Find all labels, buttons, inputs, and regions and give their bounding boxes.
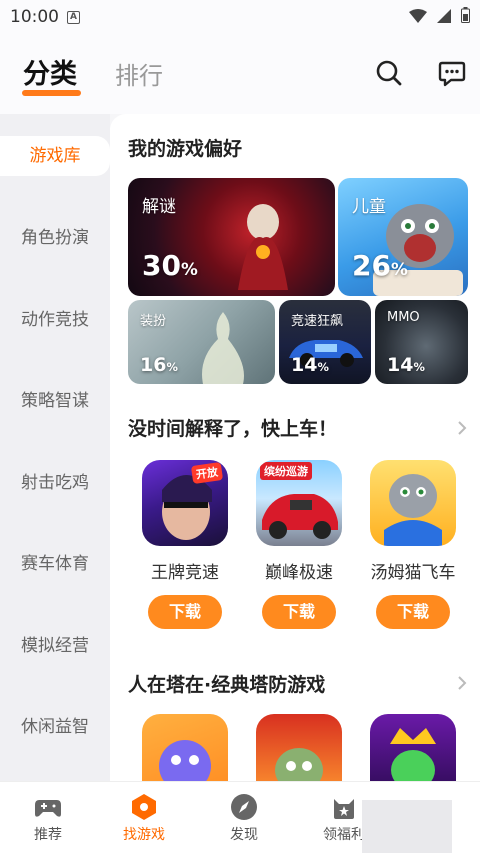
download-button[interactable]: 下载 (148, 595, 222, 629)
game-card[interactable]: 开放 王牌竞速 下载 (130, 460, 240, 629)
pref-tile-puzzle[interactable]: 解谜 30% (128, 178, 335, 296)
nav-find-games[interactable]: 找游戏 (96, 782, 192, 853)
gamepad-icon (33, 792, 63, 822)
game-card[interactable] (244, 714, 354, 781)
sidebar-item-strategy[interactable]: 策略智谋 (0, 381, 110, 421)
game-card[interactable] (358, 714, 468, 781)
pref-tile-percent: 26% (352, 249, 408, 282)
gift-cat-icon (329, 792, 359, 822)
pref-tile-label: 儿童 (352, 197, 386, 217)
game-icon[interactable] (370, 714, 456, 781)
pref-tile-label: 装扮 (140, 314, 167, 329)
category-sidebar: 游戏库 角色扮演 动作竞技 策略智谋 射击吃鸡 赛车体育 模拟经营 休闲益智 (0, 114, 110, 781)
section-title-tower-defense: 人在塔在·经典塔防游戏 (128, 674, 326, 696)
battery-icon (461, 7, 470, 27)
hexagon-icon (129, 792, 159, 822)
pref-tile-percent: 30% (142, 249, 198, 282)
sidebar-item-casual-puzzle[interactable]: 休闲益智 (0, 707, 110, 747)
overlay-patch (362, 800, 452, 853)
wifi-icon (409, 8, 427, 27)
game-icon-badge: 缤纷巡游 (260, 462, 312, 480)
signal-icon (437, 8, 451, 27)
sidebar-item-racing-sports[interactable]: 赛车体育 (0, 544, 110, 584)
game-name: 巅峰极速 (265, 563, 333, 583)
pref-tile-percent: 16% (140, 354, 178, 376)
game-name: 汤姆猫飞车 (370, 563, 456, 583)
game-icon[interactable] (370, 460, 456, 546)
status-bar: 10:00 A (0, 0, 480, 34)
status-time: 10:00 (10, 7, 59, 27)
sidebar-item-rpg[interactable]: 角色扮演 (0, 218, 110, 258)
chevron-right-icon[interactable] (454, 675, 470, 691)
sidebar-item-game-library[interactable]: 游戏库 (0, 136, 110, 176)
compass-icon (229, 792, 259, 822)
game-card[interactable] (130, 714, 240, 781)
game-icon[interactable] (256, 714, 342, 781)
sidebar-item-action[interactable]: 动作竞技 (0, 300, 110, 340)
game-card[interactable]: 汤姆猫飞车 下载 (358, 460, 468, 629)
dressup-figure-image (202, 312, 244, 384)
nav-discover[interactable]: 发现 (196, 782, 292, 853)
search-icon[interactable] (374, 58, 404, 88)
game-name: 王牌竞速 (151, 563, 219, 583)
game-card[interactable]: 缤纷巡游 巅峰极速 下载 (244, 460, 354, 629)
pref-tile-mmo[interactable]: MMO 14% (375, 300, 468, 384)
message-icon[interactable] (437, 58, 467, 88)
pref-tile-label: 竞速狂飙 (291, 314, 344, 329)
download-button[interactable]: 下载 (262, 595, 336, 629)
pref-tile-percent: 14% (291, 354, 329, 376)
main-content: 我的游戏偏好 解谜 30% 儿童 26% 装扮 16% 竞速狂飙 14% MMO… (110, 114, 480, 781)
pref-tile-percent: 14% (387, 354, 425, 376)
notification-badge-icon: A (67, 10, 80, 24)
pref-tile-label: MMO (387, 310, 420, 325)
pref-tile-label: 解谜 (142, 197, 176, 217)
section-title-quick-start: 没时间解释了，快上车！ (128, 418, 338, 440)
active-tab-indicator (22, 90, 81, 96)
pref-tile-racing[interactable]: 竞速狂飙 14% (279, 300, 371, 384)
chevron-right-icon[interactable] (454, 420, 470, 436)
game-icon[interactable]: 缤纷巡游 (256, 460, 342, 546)
game-icon[interactable] (142, 714, 228, 781)
download-button[interactable]: 下载 (376, 595, 450, 629)
nav-label: 找游戏 (123, 827, 165, 843)
sidebar-item-shooter[interactable]: 射击吃鸡 (0, 463, 110, 503)
nav-label: 推荐 (34, 827, 62, 843)
pref-tile-dressup[interactable]: 装扮 16% (128, 300, 275, 384)
puzzle-figure-image (238, 204, 288, 290)
tab-category[interactable]: 分类 (23, 52, 77, 91)
sidebar-item-simulation[interactable]: 模拟经营 (0, 626, 110, 666)
tab-ranking[interactable]: 排行 (115, 56, 163, 91)
nav-recommend[interactable]: 推荐 (0, 782, 96, 853)
top-header: 分类 排行 (0, 34, 480, 114)
section-title-preferences: 我的游戏偏好 (128, 138, 243, 160)
nav-label: 发现 (230, 827, 258, 843)
game-icon[interactable]: 开放 (142, 460, 228, 546)
pref-tile-kids[interactable]: 儿童 26% (338, 178, 468, 296)
